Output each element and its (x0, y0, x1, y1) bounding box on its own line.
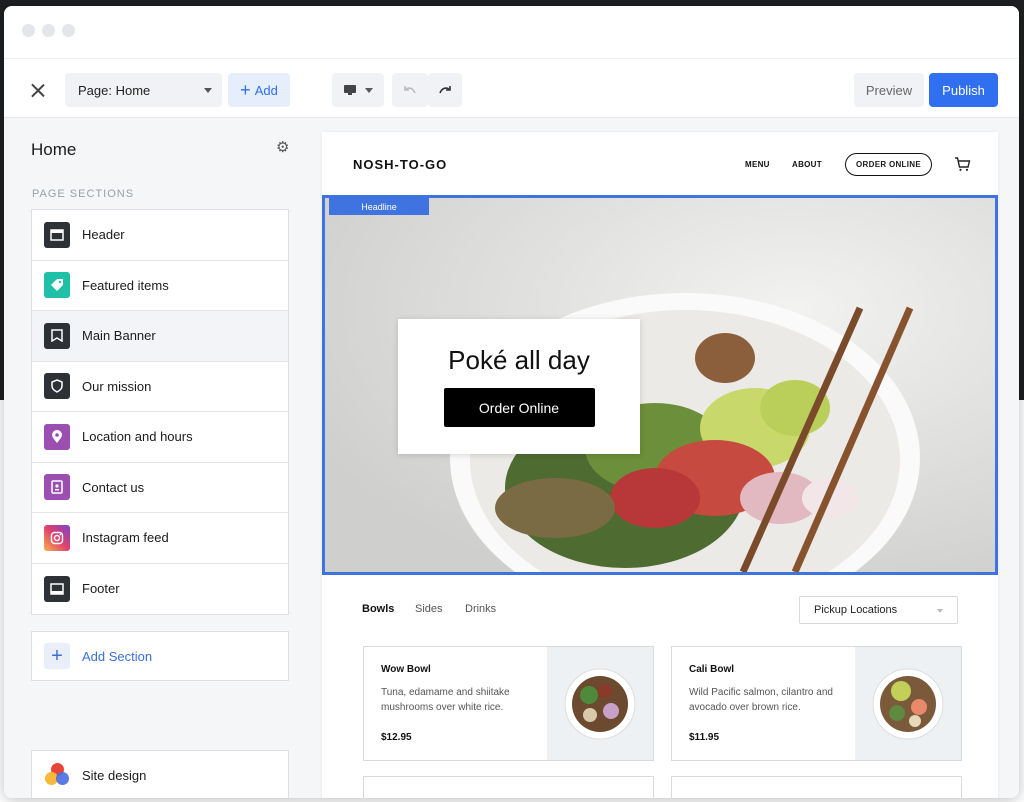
site-design-label: Site design (82, 767, 147, 783)
plus-icon: + (44, 643, 70, 669)
tab-drinks[interactable]: Drinks (465, 603, 496, 615)
section-item-instagram-feed[interactable]: Instagram feed (32, 513, 288, 564)
tab-sides[interactable]: Sides (415, 603, 443, 615)
footer-icon (44, 575, 70, 602)
preview-button[interactable]: Preview (854, 73, 924, 107)
section-item-main-banner[interactable]: Main Banner (32, 311, 288, 362)
menu-item-price: $12.95 (381, 732, 412, 743)
section-item-label: Header (82, 227, 125, 243)
page-sections-list: Header Featured items Main Banner Our mi… (31, 209, 289, 615)
plus-icon: + (240, 80, 251, 100)
menu-item-card[interactable]: Cali Bowl Wild Pacific salmon, cilantro … (671, 646, 962, 761)
page-sections-label: PAGE SECTIONS (32, 188, 135, 200)
section-item-label: Footer (82, 581, 120, 597)
sidebar: Home ⚙ PAGE SECTIONS Header Featured ite… (4, 118, 304, 798)
title-bar (4, 6, 1019, 58)
section-item-featured-items[interactable]: Featured items (32, 261, 288, 311)
menu-item-name: Cali Bowl (689, 664, 735, 675)
sidebar-title: Home (31, 140, 77, 159)
hero-banner[interactable]: Headline Poké all day Order Online (322, 195, 998, 575)
location-pin-icon (44, 423, 70, 450)
site-design-button[interactable]: Site design (31, 750, 289, 798)
bowl-image (564, 668, 636, 739)
menu-item-description: Wild Pacific salmon, cilantro and avocad… (689, 687, 833, 713)
add-section-button[interactable]: + Add Section (31, 631, 289, 681)
publish-button-label: Publish (942, 82, 985, 98)
tag-icon (44, 272, 70, 299)
add-button-label: Add (254, 82, 278, 98)
chevron-down-icon (937, 609, 943, 613)
hero-title: Poké all day (448, 345, 590, 375)
section-item-our-mission[interactable]: Our mission (32, 362, 288, 412)
add-button[interactable]: + Add (228, 73, 290, 107)
pickup-locations-select[interactable]: Pickup Locations (799, 596, 958, 624)
hero-order-online-button[interactable]: Order Online (443, 388, 595, 427)
menu-item-card[interactable] (363, 776, 654, 798)
section-item-label: Our mission (82, 378, 152, 394)
section-item-contact-us[interactable]: Contact us (32, 463, 288, 513)
banner-icon (44, 322, 70, 349)
contact-icon (44, 474, 70, 501)
site-design-icon (44, 762, 70, 788)
menu-item-image (547, 647, 653, 760)
section-item-label: Main Banner (82, 328, 156, 344)
menu-item-card[interactable] (671, 776, 962, 798)
page-select-label: Page: Home (78, 82, 151, 98)
undo-icon (404, 86, 416, 94)
section-item-footer[interactable]: Footer (32, 564, 288, 615)
undo-button[interactable] (392, 73, 428, 107)
window-maximize-dot[interactable] (62, 24, 75, 37)
tab-bowls[interactable]: Bowls (362, 603, 394, 615)
menu-item-description: Tuna, edamame and shiitake mushrooms ove… (381, 687, 510, 713)
section-item-header[interactable]: Header (32, 210, 288, 261)
desktop-icon (344, 85, 356, 95)
section-item-label: Instagram feed (82, 530, 169, 546)
close-icon[interactable] (28, 81, 48, 101)
add-section-label: Add Section (82, 648, 153, 664)
section-item-location-and-hours[interactable]: Location and hours (32, 412, 288, 463)
section-item-label: Contact us (82, 479, 145, 495)
chevron-down-icon (365, 87, 373, 93)
redo-icon (439, 86, 451, 94)
instagram-icon (44, 524, 70, 551)
menu-item-image (855, 647, 961, 760)
bowl-image (872, 668, 944, 739)
nav-about-link[interactable]: ABOUT (792, 160, 822, 169)
editor-window: Page: Home + Add Preview Publish Home ⚙ … (4, 6, 1019, 798)
preview-button-label: Preview (865, 82, 913, 98)
menu-item-price: $11.95 (689, 732, 720, 743)
window-close-dot[interactable] (22, 24, 35, 37)
nav-order-online-button[interactable]: ORDER ONLINE (845, 153, 932, 176)
header-icon (44, 221, 70, 248)
editor-toolbar: Page: Home + Add Preview Publish (4, 58, 1019, 118)
site-preview-canvas: NOSH-TO-GO MENU ABOUT ORDER ONLINE Headl… (322, 132, 998, 798)
nav-menu-link[interactable]: MENU (745, 160, 770, 169)
chevron-down-icon (204, 88, 212, 93)
cart-icon[interactable] (954, 156, 971, 172)
section-item-label: Featured items (82, 277, 169, 293)
section-item-label: Location and hours (82, 429, 193, 445)
device-view-select[interactable] (332, 73, 384, 107)
pickup-locations-label: Pickup Locations (814, 604, 898, 616)
redo-button[interactable] (428, 73, 462, 107)
menu-item-card[interactable]: Wow Bowl Tuna, edamame and shiitake mush… (363, 646, 654, 761)
menu-item-name: Wow Bowl (381, 664, 431, 675)
shield-icon (44, 373, 70, 400)
hero-card: Poké all day Order Online (398, 319, 640, 454)
page-select[interactable]: Page: Home (65, 73, 222, 107)
site-brand[interactable]: NOSH-TO-GO (353, 157, 447, 172)
headline-tag: Headline (329, 198, 429, 215)
gear-icon[interactable]: ⚙ (276, 138, 289, 156)
publish-button[interactable]: Publish (929, 73, 998, 107)
window-minimize-dot[interactable] (42, 24, 55, 37)
